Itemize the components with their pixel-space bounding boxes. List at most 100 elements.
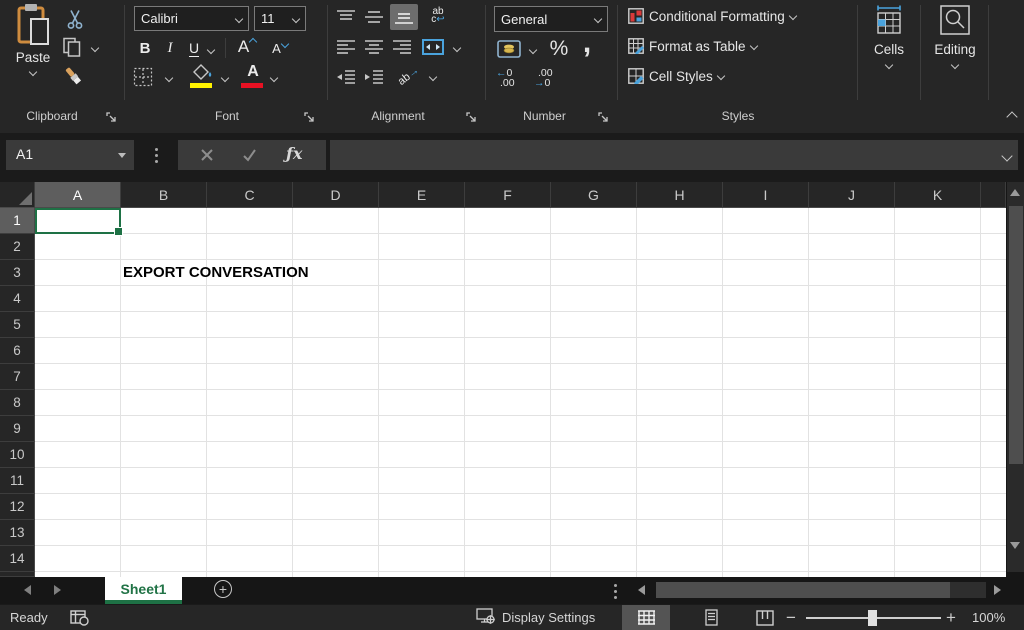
row-header-3[interactable]: 3 xyxy=(0,260,35,286)
display-settings-button[interactable]: Display Settings xyxy=(476,608,595,626)
hscroll-right-arrow-icon[interactable] xyxy=(994,585,1001,595)
cells-area[interactable]: EXPORT CONVERSATION xyxy=(35,208,1006,577)
clipboard-dialog-launcher-icon[interactable] xyxy=(106,112,117,123)
formula-input[interactable] xyxy=(330,140,1018,170)
normal-view-button[interactable] xyxy=(622,605,670,630)
scroll-down-arrow-icon[interactable] xyxy=(1010,542,1020,549)
font-color-dropdown-chevron-icon[interactable] xyxy=(270,74,278,82)
name-box[interactable]: A1 xyxy=(6,140,134,170)
column-header-b[interactable]: B xyxy=(121,182,207,208)
conditional-formatting-button[interactable]: Conditional Formatting xyxy=(628,8,796,24)
column-header-i[interactable]: I xyxy=(723,182,809,208)
comma-style-button[interactable]: , xyxy=(578,28,596,58)
underline-button[interactable]: U xyxy=(186,38,202,58)
font-family-combo[interactable]: Calibri xyxy=(134,6,249,31)
row-header-6[interactable]: 6 xyxy=(0,338,35,364)
name-box-dropdown-icon[interactable] xyxy=(118,153,126,158)
horizontal-scrollbar[interactable] xyxy=(656,582,986,598)
number-dialog-launcher-icon[interactable] xyxy=(598,112,609,123)
next-sheet-arrow-icon[interactable] xyxy=(54,585,61,595)
merge-center-button[interactable] xyxy=(420,36,446,58)
select-all-button[interactable] xyxy=(0,182,35,208)
alignment-dialog-launcher-icon[interactable] xyxy=(466,112,477,123)
selected-cell-a1[interactable] xyxy=(35,208,121,234)
align-right-button[interactable] xyxy=(390,36,414,58)
increase-decimal-button[interactable]: ←0 .00 xyxy=(496,66,526,90)
underline-dropdown-chevron-icon[interactable] xyxy=(207,46,215,54)
horizontal-scrollbar-thumb[interactable] xyxy=(656,582,950,598)
column-header-c[interactable]: C xyxy=(207,182,293,208)
vertical-scrollbar-thumb[interactable] xyxy=(1009,206,1023,464)
sheet-tab-sheet1[interactable]: Sheet1 xyxy=(105,577,182,600)
column-header-d[interactable]: D xyxy=(293,182,379,208)
expand-formula-bar-chevron-icon[interactable] xyxy=(1001,150,1012,161)
row-header-12[interactable]: 12 xyxy=(0,494,35,520)
collapse-ribbon-chevron-icon[interactable] xyxy=(1006,111,1017,122)
borders-button[interactable] xyxy=(132,66,154,88)
column-header-k[interactable]: K xyxy=(895,182,981,208)
column-header-partial[interactable] xyxy=(981,182,1006,208)
fill-handle[interactable] xyxy=(114,227,123,236)
fill-color-button[interactable] xyxy=(190,63,214,81)
zoom-level-label[interactable]: 100% xyxy=(972,610,1005,625)
column-header-g[interactable]: G xyxy=(551,182,637,208)
enter-icon[interactable] xyxy=(242,148,257,162)
align-center-button[interactable] xyxy=(362,36,386,58)
font-color-button[interactable]: A xyxy=(242,62,264,82)
page-break-preview-button[interactable] xyxy=(742,605,788,630)
cells-button[interactable]: Cells xyxy=(865,4,913,100)
page-layout-view-button[interactable] xyxy=(688,605,734,630)
previous-sheet-arrow-icon[interactable] xyxy=(24,585,31,595)
row-header-8[interactable]: 8 xyxy=(0,390,35,416)
row-header-11[interactable]: 11 xyxy=(0,468,35,494)
percent-style-button[interactable]: % xyxy=(546,36,572,62)
fill-color-dropdown-chevron-icon[interactable] xyxy=(221,74,229,82)
cut-button[interactable] xyxy=(64,8,86,30)
font-dialog-launcher-icon[interactable] xyxy=(304,112,315,123)
column-header-f[interactable]: F xyxy=(465,182,551,208)
italic-button[interactable]: I xyxy=(162,38,178,58)
middle-align-button[interactable] xyxy=(362,6,386,28)
copy-button[interactable] xyxy=(60,36,84,58)
cell-b3-text[interactable]: EXPORT CONVERSATION xyxy=(123,260,309,286)
macro-record-icon[interactable] xyxy=(70,610,90,626)
insert-function-icon[interactable]: ƒx xyxy=(286,144,302,163)
decrease-decimal-button[interactable]: .00 →0 xyxy=(534,66,564,90)
font-size-combo[interactable]: 11 xyxy=(254,6,306,31)
bottom-align-button[interactable] xyxy=(390,4,418,30)
row-header-13[interactable]: 13 xyxy=(0,520,35,546)
column-header-a[interactable]: A xyxy=(35,182,121,208)
column-header-h[interactable]: H xyxy=(637,182,723,208)
hscroll-left-arrow-icon[interactable] xyxy=(638,585,645,595)
editing-button[interactable]: Editing xyxy=(930,4,980,100)
format-as-table-button[interactable]: Format as Table xyxy=(628,38,757,54)
wrap-text-button[interactable]: ab c↩ xyxy=(424,4,452,28)
borders-dropdown-chevron-icon[interactable] xyxy=(165,74,173,82)
merge-dropdown-chevron-icon[interactable] xyxy=(453,44,461,52)
scroll-up-arrow-icon[interactable] xyxy=(1010,189,1020,196)
tab-bar-resize-handle[interactable] xyxy=(614,590,617,593)
zoom-slider-thumb[interactable] xyxy=(868,610,877,626)
column-header-e[interactable]: E xyxy=(379,182,465,208)
increase-indent-button[interactable] xyxy=(362,66,386,88)
zoom-in-button[interactable]: + xyxy=(946,608,956,628)
row-header-5[interactable]: 5 xyxy=(0,312,35,338)
bold-button[interactable]: B xyxy=(136,38,154,58)
paste-button[interactable]: Paste xyxy=(8,2,58,86)
column-header-j[interactable]: J xyxy=(809,182,895,208)
cancel-icon[interactable] xyxy=(200,148,214,162)
copy-dropdown-chevron-icon[interactable] xyxy=(91,44,99,52)
decrease-indent-button[interactable] xyxy=(334,66,358,88)
row-header-10[interactable]: 10 xyxy=(0,442,35,468)
row-header-14[interactable]: 14 xyxy=(0,546,35,572)
zoom-out-button[interactable]: − xyxy=(786,608,796,628)
row-header-2[interactable]: 2 xyxy=(0,234,35,260)
row-header-9[interactable]: 9 xyxy=(0,416,35,442)
format-painter-button[interactable] xyxy=(62,64,86,88)
accounting-dropdown-chevron-icon[interactable] xyxy=(529,46,537,54)
accounting-format-button[interactable] xyxy=(496,38,522,60)
vertical-scrollbar[interactable] xyxy=(1006,182,1024,572)
new-sheet-button[interactable]: + xyxy=(214,580,232,598)
row-header-7[interactable]: 7 xyxy=(0,364,35,390)
top-align-button[interactable] xyxy=(334,6,358,28)
